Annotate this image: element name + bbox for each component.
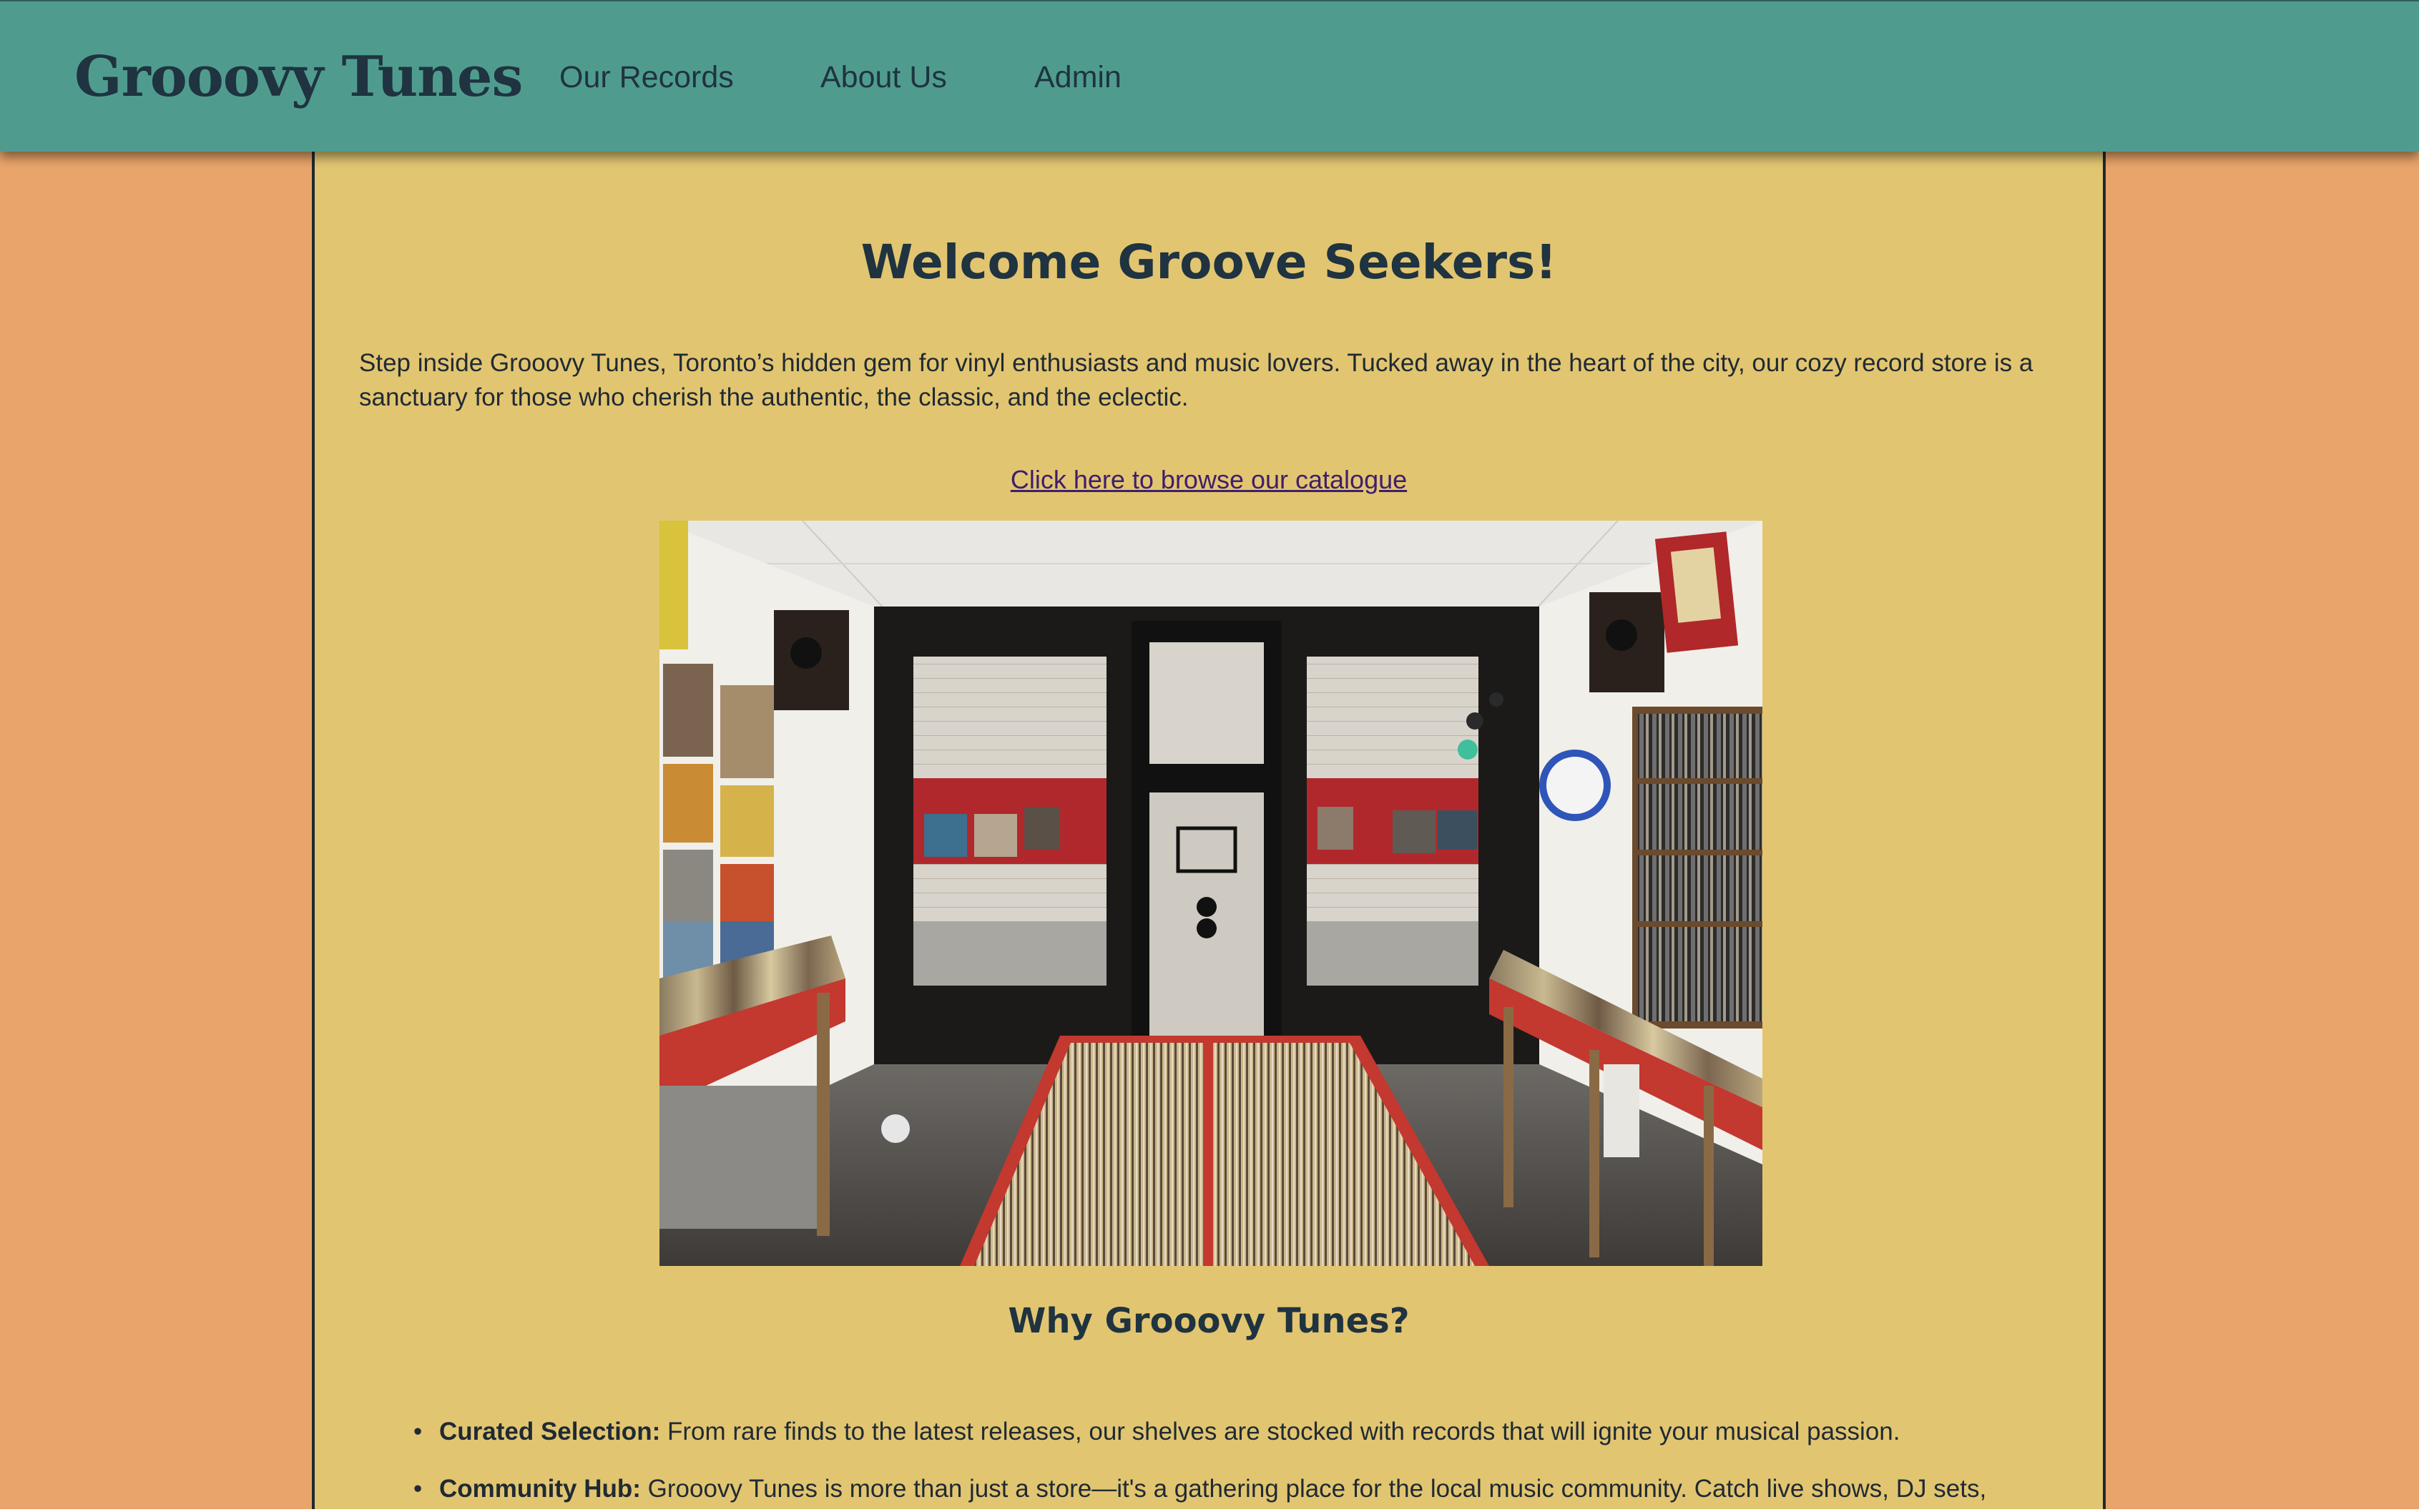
store-photo — [659, 521, 1762, 1266]
window-bottom-edge — [0, 1509, 2419, 1512]
feature-title: Community Hub: — [439, 1475, 641, 1503]
bullet-icon: • — [413, 1418, 423, 1445]
nav-about-us[interactable]: About Us — [820, 56, 947, 99]
browse-catalogue-link[interactable]: Click here to browse our catalogue — [1011, 465, 1407, 494]
bullet-icon: • — [413, 1475, 423, 1503]
main-content: Welcome Groove Seekers! Step inside Groo… — [312, 142, 2106, 1512]
catalogue-link-wrapper: Click here to browse our catalogue — [315, 462, 2103, 498]
page-title: Welcome Groove Seekers! — [860, 235, 1557, 290]
site-logo[interactable]: Grooovy Tunes — [74, 41, 523, 113]
features-list: • Curated Selection: From rare finds to … — [413, 1415, 2059, 1512]
list-item: • Curated Selection: From rare finds to … — [413, 1415, 2059, 1449]
feature-text: Grooovy Tunes is more than just a store—… — [640, 1475, 1987, 1503]
site-header: Grooovy Tunes Our Records About Us Admin — [0, 0, 2419, 152]
list-item: • Community Hub: Grooovy Tunes is more t… — [413, 1472, 2059, 1506]
feature-text: From rare finds to the latest releases, … — [660, 1418, 1900, 1445]
intro-paragraph: Step inside Grooovy Tunes, Toronto’s hid… — [359, 349, 2033, 411]
feature-title: Curated Selection: — [439, 1418, 661, 1445]
nav-our-records[interactable]: Our Records — [559, 56, 734, 99]
nav-admin[interactable]: Admin — [1034, 56, 1122, 99]
why-heading: Why Grooovy Tunes? — [1008, 1301, 1410, 1341]
